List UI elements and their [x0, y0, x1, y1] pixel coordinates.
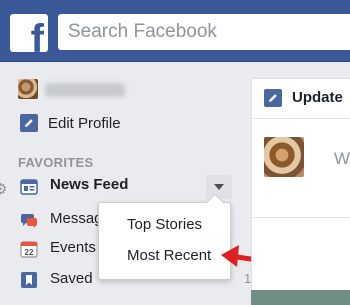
messages-icon: [20, 211, 38, 229]
divider: [252, 217, 350, 218]
pencil-icon: [20, 114, 38, 132]
search-input[interactable]: Search Facebook: [58, 14, 350, 50]
favorites-heading: FAVORITES: [18, 155, 94, 170]
news-feed-options-button[interactable]: [206, 175, 232, 199]
news-feed-sort-menu: Top Stories Most Recent: [98, 193, 231, 280]
sidebar-item-label: News Feed: [50, 176, 129, 193]
top-bar: f Search Facebook: [0, 0, 350, 62]
events-icon-date: 22: [25, 248, 34, 257]
composer-card: Update W: [251, 78, 350, 305]
composer-title: Update: [292, 89, 343, 106]
menu-item-top-stories[interactable]: Top Stories: [99, 211, 230, 239]
composer-avatar: [264, 137, 304, 177]
post-image-strip: [251, 290, 350, 305]
events-icon: 22: [20, 240, 38, 258]
menu-item-most-recent[interactable]: Most Recent: [99, 242, 230, 270]
facebook-logo-letter: f: [30, 17, 44, 52]
composer-input[interactable]: W: [334, 149, 350, 169]
sidebar-item-label: Events: [50, 239, 96, 256]
profile-avatar[interactable]: [18, 79, 38, 99]
facebook-logo[interactable]: f: [10, 14, 48, 52]
composer-header[interactable]: Update: [252, 79, 350, 119]
sidebar-item-news-feed[interactable]: News Feed: [20, 175, 232, 199]
chevron-down-icon: [214, 184, 224, 190]
news-feed-icon: [20, 178, 38, 196]
edit-profile-label: Edit Profile: [48, 114, 121, 132]
sidebar-item-label: Saved: [50, 270, 93, 287]
pencil-icon: [264, 89, 282, 107]
saved-icon: [20, 271, 38, 289]
edit-profile-link[interactable]: Edit Profile: [20, 114, 121, 132]
profile-name-redacted[interactable]: [45, 83, 125, 97]
gear-icon[interactable]: ⚙: [0, 180, 7, 198]
